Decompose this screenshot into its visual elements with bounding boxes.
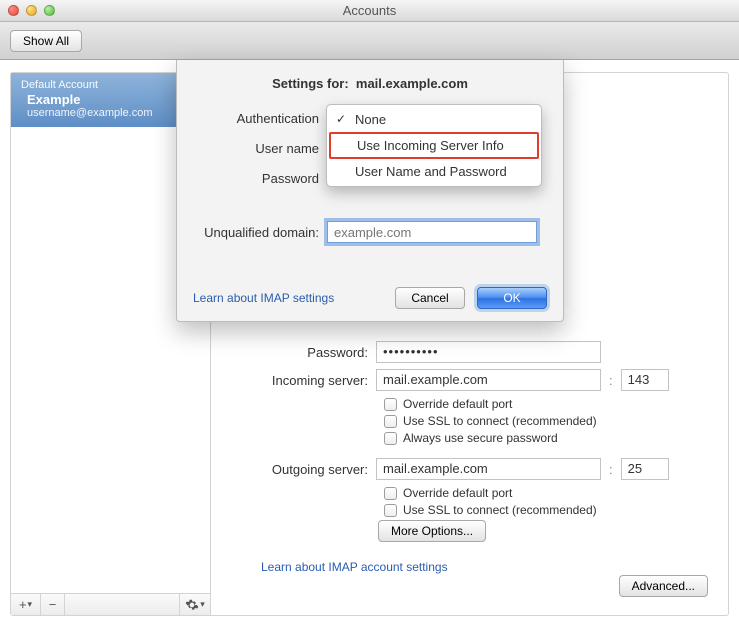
use-ssl-label: Use SSL to connect (recommended) (403, 414, 597, 428)
sidebar-settings-button[interactable]: ▾ (180, 594, 210, 615)
checkbox-icon (384, 398, 397, 411)
zoom-window-button[interactable] (44, 5, 55, 16)
chevron-down-icon: ▾ (28, 599, 33, 610)
outgoing-server-label: Outgoing server: (231, 462, 376, 477)
chevron-down-icon: ▾ (200, 599, 205, 610)
minus-icon: − (49, 597, 57, 612)
gear-icon (185, 598, 199, 612)
default-account-label: Default Account (21, 79, 200, 91)
sidebar-footer: +▾ − ▾ (11, 593, 210, 615)
outgoing-server-field[interactable]: mail.example.com (376, 458, 601, 480)
incoming-port-field[interactable]: 143 (621, 369, 669, 391)
sheet-title-server: mail.example.com (356, 76, 468, 91)
window-title: Accounts (0, 3, 739, 18)
sheet-title: Settings for: mail.example.com (193, 76, 547, 91)
password-label: Password: (231, 345, 376, 360)
password-field[interactable]: •••••••••• (376, 341, 601, 363)
minimize-window-button[interactable] (26, 5, 37, 16)
learn-imap-settings-link[interactable]: Learn about IMAP settings (193, 291, 334, 305)
dropdown-item-user-pass[interactable]: User Name and Password (327, 160, 541, 183)
incoming-secure-pw-row[interactable]: Always use secure password (384, 431, 708, 445)
window-toolbar: Show All (0, 22, 739, 60)
titlebar: Accounts (0, 0, 739, 22)
checkbox-icon (384, 487, 397, 500)
authentication-label: Authentication (193, 111, 327, 126)
remove-account-button[interactable]: − (41, 594, 65, 615)
incoming-server-label: Incoming server: (231, 373, 376, 388)
outgoing-port-field[interactable]: 25 (621, 458, 669, 480)
incoming-server-row: Incoming server: mail.example.com : 143 (231, 369, 708, 391)
password-label-sheet: Password (193, 171, 327, 186)
more-options-row: More Options... (384, 520, 708, 542)
port-separator: : (601, 462, 621, 477)
sheet-actions: Cancel OK (395, 287, 547, 309)
incoming-override-port-row[interactable]: Override default port (384, 397, 708, 411)
advanced-button[interactable]: Advanced... (619, 575, 708, 597)
add-account-button[interactable]: +▾ (11, 594, 41, 615)
learn-imap-account-link[interactable]: Learn about IMAP account settings (261, 560, 448, 574)
incoming-server-field[interactable]: mail.example.com (376, 369, 601, 391)
unqualified-domain-field[interactable] (327, 221, 537, 243)
dropdown-item-use-incoming[interactable]: Use Incoming Server Info (329, 132, 539, 159)
outgoing-use-ssl-row[interactable]: Use SSL to connect (recommended) (384, 503, 708, 517)
port-separator: : (601, 373, 621, 388)
checkbox-icon (384, 504, 397, 517)
checkbox-icon (384, 432, 397, 445)
checkmark-icon: ✓ (336, 112, 346, 126)
override-port-label: Override default port (403, 486, 512, 500)
override-port-label: Override default port (403, 397, 512, 411)
cancel-button[interactable]: Cancel (395, 287, 465, 309)
username-label: User name (193, 141, 327, 156)
secure-pw-label: Always use secure password (403, 431, 558, 445)
sheet-title-prefix: Settings for: (272, 76, 349, 91)
close-window-button[interactable] (8, 5, 19, 16)
more-options-button[interactable]: More Options... (378, 520, 486, 542)
account-email: username@example.com (21, 107, 200, 119)
sidebar-footer-spacer (65, 594, 180, 615)
outgoing-override-port-row[interactable]: Override default port (384, 486, 708, 500)
checkbox-icon (384, 415, 397, 428)
dropdown-item-label: None (355, 112, 386, 127)
outgoing-settings-sheet: Settings for: mail.example.com Authentic… (176, 60, 564, 322)
traffic-lights (0, 5, 55, 16)
password-row: Password: •••••••••• (231, 341, 708, 363)
dropdown-item-label: Use Incoming Server Info (357, 138, 504, 153)
outgoing-server-row: Outgoing server: mail.example.com : 25 (231, 458, 708, 480)
dropdown-item-label: User Name and Password (355, 164, 507, 179)
use-ssl-label: Use SSL to connect (recommended) (403, 503, 597, 517)
show-all-button[interactable]: Show All (10, 30, 82, 52)
authentication-dropdown: ✓ None Use Incoming Server Info User Nam… (326, 104, 542, 187)
unqualified-domain-label: Unqualified domain: (193, 225, 327, 240)
dropdown-item-none[interactable]: ✓ None (327, 108, 541, 131)
incoming-use-ssl-row[interactable]: Use SSL to connect (recommended) (384, 414, 708, 428)
ok-button[interactable]: OK (477, 287, 547, 309)
account-name: Example (21, 92, 200, 107)
plus-icon: + (19, 597, 27, 612)
unqualified-domain-row: Unqualified domain: (193, 221, 547, 243)
